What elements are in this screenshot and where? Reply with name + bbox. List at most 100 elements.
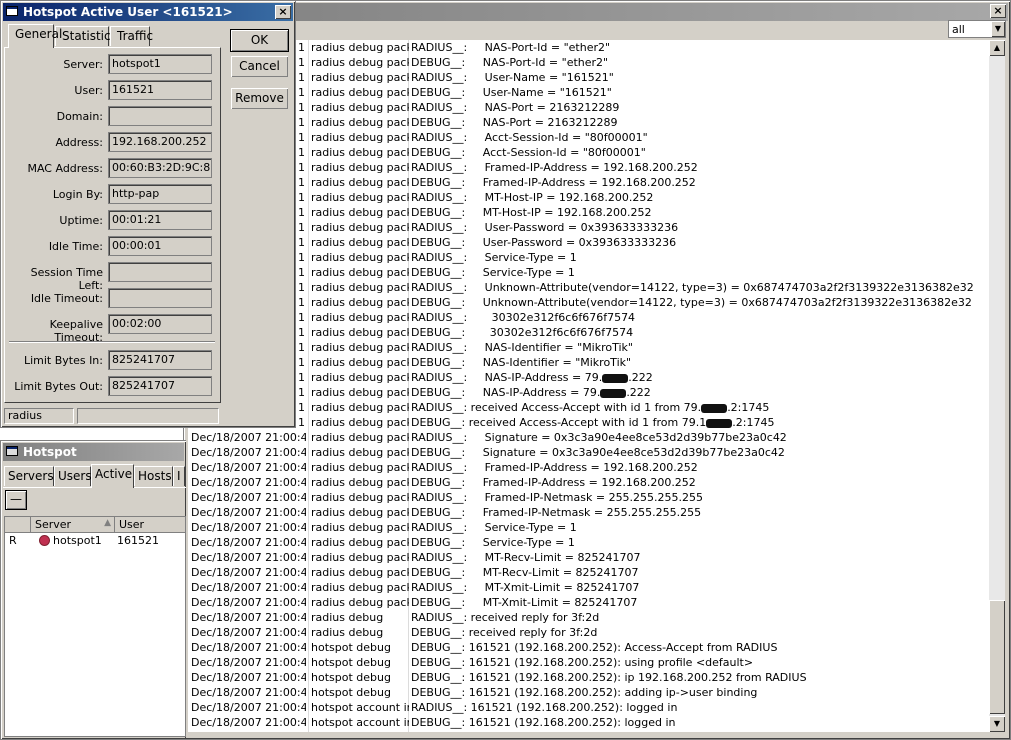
log-row[interactable]: 1 radius debug packetDEBUG__: Service-Typ… [188, 265, 989, 280]
limit-bytes-in-field[interactable]: 825241707 [108, 350, 212, 370]
minus-button[interactable]: — [5, 490, 27, 510]
idle-timeout-field[interactable] [108, 288, 212, 308]
log-row[interactable]: Dec/18/2007 21:00:41 hotspot account in..… [188, 715, 989, 730]
column-server-header[interactable]: Server ▲ [31, 517, 115, 532]
log-row[interactable]: 1 radius debug packetDEBUG__: User-Name =… [188, 85, 989, 100]
log-row[interactable]: Dec/18/2007 21:00:41 radius debug DEBUG__:… [188, 625, 989, 640]
log-row[interactable]: 1 radius debug packetDEBUG__: NAS-IP-Addr… [188, 385, 989, 400]
hotspot-tab-servers[interactable]: Servers [4, 466, 54, 486]
log-row[interactable]: 1 radius debug packetDEBUG__: User-Passwo… [188, 235, 989, 250]
limit-bytes-out-field[interactable]: 825241707 [108, 376, 212, 396]
login-by-field[interactable]: http-pap [108, 184, 212, 204]
log-topic: radius debug packet [311, 416, 409, 429]
mac-address-field[interactable]: 00:60:B3:2D:9C:80 [108, 158, 212, 178]
log-message-text: RADIUS__: NAS-IP-Address = 79. [411, 371, 603, 384]
log-row[interactable]: 1 radius debug packetRADIUS__: MT-Host-IP… [188, 190, 989, 205]
log-row[interactable]: 1 radius debug packetRADIUS__: received A… [188, 400, 989, 415]
log-row[interactable]: 1 radius debug packetDEBUG__: NAS-Identif… [188, 355, 989, 370]
scroll-down-icon[interactable]: ▼ [989, 716, 1005, 732]
log-row[interactable]: 1 radius debug packetRADIUS__: Framed-IP-… [188, 160, 989, 175]
column-user-header[interactable]: User [115, 517, 185, 532]
tab-statistics[interactable]: Statistics [55, 26, 117, 46]
log-row[interactable]: 1 radius debug packetRADIUS__: Unknown-At… [188, 280, 989, 295]
log-row[interactable]: Dec/18/2007 21:00:41 hotspot account in..… [188, 700, 989, 715]
log-row[interactable]: Dec/18/2007 21:00:41 radius debug RADIUS__… [188, 610, 989, 625]
close-icon[interactable]: × [275, 5, 291, 19]
log-row[interactable]: Dec/18/2007 21:00:41 hotspot debug DEBUG__… [188, 670, 989, 685]
log-message-text: RADIUS__: Signature = 0x3c3a90e4ee8ce53d… [411, 431, 787, 444]
log-time: 1 [298, 311, 305, 324]
log-row[interactable]: 1 radius debug packetRADIUS__: Service-Ty… [188, 250, 989, 265]
domain-field[interactable] [108, 106, 212, 126]
log-scrollbar[interactable]: ▲ ▼ [989, 40, 1005, 732]
log-row[interactable]: Dec/18/2007 21:00:41 radius debug packetD… [188, 475, 989, 490]
uptime-field[interactable]: 00:01:21 [108, 210, 212, 230]
hotspot-tab-users[interactable]: Users [54, 466, 92, 486]
log-row[interactable]: Dec/18/2007 21:00:41 radius debug packetD… [188, 445, 989, 460]
user-field[interactable]: 161521 [108, 80, 212, 100]
dialog-title: Hotspot Active User <161521> [23, 5, 233, 19]
log-row[interactable]: Dec/18/2007 21:00:41 hotspot debug DEBUG__… [188, 685, 989, 700]
log-row[interactable]: 1 radius debug packetRADIUS__: 30302e312f… [188, 310, 989, 325]
log-message-text: DEBUG__: received Access-Accept with id … [411, 416, 707, 429]
log-message: RADIUS__: MT-Xmit-Limit = 825241707 [411, 580, 986, 595]
log-row[interactable]: 1 radius debug packetDEBUG__: received Ac… [188, 415, 989, 430]
hotspot-app-icon [6, 446, 18, 456]
log-row[interactable]: 1 radius debug packetDEBUG__: Acct-Sessio… [188, 145, 989, 160]
hotspot-tab-i[interactable]: I [173, 466, 185, 486]
log-row[interactable]: 1 radius debug packetDEBUG__: 30302e312f6… [188, 325, 989, 340]
tab-traffic[interactable]: Traffic [110, 26, 153, 46]
log-row[interactable]: Dec/18/2007 21:00:41 radius debug packetR… [188, 550, 989, 565]
log-row[interactable]: Dec/18/2007 21:00:41 hotspot debug DEBUG__… [188, 640, 989, 655]
idle-time-field[interactable]: 00:00:01 [108, 236, 212, 256]
log-message: RADIUS__: received Access-Accept with id… [411, 400, 986, 415]
log-row[interactable]: 1 radius debug packetRADIUS__: NAS-IP-Add… [188, 370, 989, 385]
remove-button[interactable]: Remove [230, 87, 289, 110]
log-row[interactable]: 1 radius debug packetRADIUS__: NAS-Identi… [188, 340, 989, 355]
scroll-thumb[interactable] [989, 600, 1005, 714]
log-row[interactable]: 1 radius debug packetDEBUG__: MT-Host-IP … [188, 205, 989, 220]
log-row[interactable]: 1 radius debug packetDEBUG__: NAS-Port-Id… [188, 55, 989, 70]
log-time: 1 [298, 296, 305, 309]
ok-button[interactable]: OK [230, 29, 289, 52]
column-flag-header[interactable] [5, 517, 31, 532]
log-message-text: DEBUG__: MT-Host-IP = 192.168.200.252 [411, 206, 652, 219]
log-message: DEBUG__: Service-Type = 1 [411, 535, 986, 550]
log-filter-select[interactable]: all ▼ [948, 20, 1006, 38]
log-row[interactable]: 1 radius debug packetRADIUS__: User-Passw… [188, 220, 989, 235]
server-field[interactable]: hotspot1 [108, 54, 212, 74]
log-row[interactable]: Dec/18/2007 21:00:41 hotspot debug DEBUG__… [188, 655, 989, 670]
chevron-down-icon[interactable]: ▼ [991, 21, 1005, 37]
log-row[interactable]: 1 radius debug packetRADIUS__: NAS-Port =… [188, 100, 989, 115]
log-row[interactable]: 1 radius debug packetDEBUG__: Unknown-Att… [188, 295, 989, 310]
log-row[interactable]: 1 radius debug packetDEBUG__: Framed-IP-A… [188, 175, 989, 190]
log-row[interactable]: Dec/18/2007 21:00:41 radius debug packetR… [188, 460, 989, 475]
log-row[interactable]: Dec/18/2007 21:00:41 radius debug packetR… [188, 430, 989, 445]
log-row[interactable]: Dec/18/2007 21:00:41 radius debug packetR… [188, 580, 989, 595]
log-message: RADIUS__: NAS-Port = 2163212289 [411, 100, 986, 115]
keepalive-timeout-field[interactable]: 00:02:00 [108, 314, 212, 334]
tab-general[interactable]: General [8, 24, 62, 48]
log-close-icon[interactable]: × [990, 4, 1006, 18]
log-row[interactable]: Dec/18/2007 21:00:41 radius debug packetD… [188, 565, 989, 580]
log-row[interactable]: Dec/18/2007 21:00:41 radius debug packetD… [188, 505, 989, 520]
scroll-up-icon[interactable]: ▲ [989, 40, 1005, 56]
session-time-left-field[interactable] [108, 262, 212, 282]
sort-ascending-icon: ▲ [104, 518, 111, 528]
log-row[interactable]: 1 radius debug packetDEBUG__: NAS-Port = … [188, 115, 989, 130]
log-row[interactable]: Dec/18/2007 21:00:41 radius debug packetR… [188, 490, 989, 505]
log-row[interactable]: Dec/18/2007 21:00:41 radius debug packetD… [188, 535, 989, 550]
log-message-text: RADIUS__: Unknown-Attribute(vendor=14122… [411, 281, 974, 294]
log-row[interactable]: 1 radius debug packetRADIUS__: NAS-Port-I… [188, 40, 989, 55]
log-row[interactable]: Dec/18/2007 21:00:41 radius debug packetR… [188, 520, 989, 535]
log-row[interactable]: 1 radius debug packetRADIUS__: Acct-Sessi… [188, 130, 989, 145]
log-row[interactable]: 1 radius debug packetRADIUS__: User-Name … [188, 70, 989, 85]
log-message-text: DEBUG__: 30302e312f6c6f676f7574 [411, 326, 634, 339]
table-row[interactable]: R hotspot1 161521 [5, 533, 185, 548]
log-time: Dec/18/2007 21:00:41 [191, 521, 306, 534]
hotspot-tab-hosts[interactable]: Hosts [134, 466, 173, 486]
hotspot-tab-active[interactable]: Active [91, 464, 134, 488]
address-field[interactable]: 192.168.200.252 [108, 132, 212, 152]
log-row[interactable]: Dec/18/2007 21:00:41 radius debug packetD… [188, 595, 989, 610]
cancel-button[interactable]: Cancel [230, 55, 289, 78]
